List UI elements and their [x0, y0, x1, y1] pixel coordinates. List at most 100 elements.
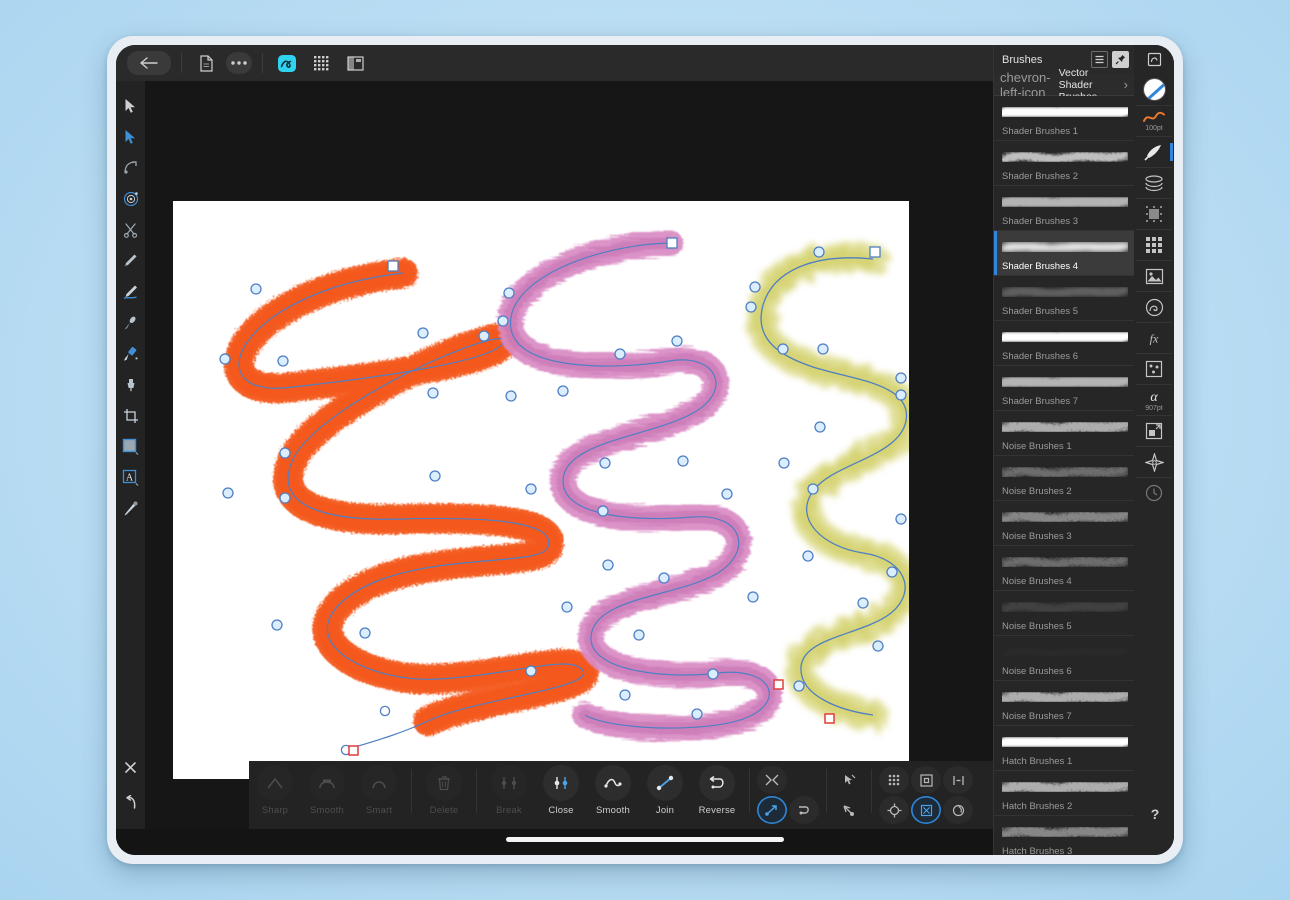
select-nodes-button[interactable]	[834, 766, 864, 794]
fx-studio-button[interactable]: fx	[1136, 322, 1172, 353]
text-a-icon[interactable]: A	[118, 462, 144, 493]
brush-list-item[interactable]: Noise Brushes 7	[994, 681, 1134, 726]
ellipsis-icon[interactable]	[226, 52, 252, 74]
convert-shape-button[interactable]	[789, 766, 819, 794]
fill-icon[interactable]	[118, 369, 144, 400]
brush-list-item[interactable]: Shader Brushes 5	[994, 276, 1134, 321]
transform-mode-button[interactable]	[757, 796, 787, 824]
brush-list-item[interactable]: Shader Brushes 1	[994, 96, 1134, 141]
delete-node-button[interactable]: Delete	[418, 765, 470, 816]
crop-icon[interactable]	[118, 400, 144, 431]
brush-list-item[interactable]: Hatch Brushes 3	[994, 816, 1134, 855]
brush-icon[interactable]	[118, 307, 144, 338]
brush-list-item[interactable]: Noise Brushes 1	[994, 411, 1134, 456]
opacity-studio-button[interactable]: α 907pt	[1136, 384, 1172, 415]
pencil-icon[interactable]	[118, 276, 144, 307]
document-icon[interactable]	[192, 51, 220, 75]
smart-node-button[interactable]: Smart	[353, 765, 405, 816]
break-curve-button[interactable]: Break	[483, 765, 535, 816]
close-x-icon[interactable]	[118, 750, 144, 785]
grid-dots-icon[interactable]	[307, 51, 335, 75]
help-button[interactable]: ?	[1144, 803, 1166, 825]
transform-studio-button[interactable]	[1136, 446, 1172, 477]
back-button[interactable]	[127, 51, 171, 75]
assets-studio-button[interactable]	[1136, 260, 1172, 291]
list-menu-icon[interactable]	[1091, 51, 1108, 68]
panel-layout-icon[interactable]	[341, 51, 369, 75]
pin-icon[interactable]	[1112, 51, 1129, 68]
scissors-icon[interactable]	[118, 214, 144, 245]
adjustment-studio-button[interactable]	[1136, 198, 1172, 229]
paintbrush-icon[interactable]	[118, 338, 144, 369]
snap-center-button[interactable]	[879, 796, 909, 824]
brush-list-item[interactable]: Shader Brushes 7	[994, 366, 1134, 411]
close-curve-button[interactable]: Close	[535, 765, 587, 816]
target-icon[interactable]	[118, 183, 144, 214]
node-action-group-curve: Break Close Smooth Join Reverse	[483, 765, 743, 816]
chevron-right-icon[interactable]: ›	[1118, 77, 1134, 92]
sharp-node-icon	[257, 765, 293, 801]
dots-grid-button[interactable]	[879, 766, 909, 794]
effects-circle-icon	[1145, 298, 1163, 316]
brush-list-item[interactable]: Noise Brushes 2	[994, 456, 1134, 501]
node-toolbar-divider-1	[411, 769, 412, 813]
rectangle-icon[interactable]	[118, 431, 144, 462]
effects-studio-button[interactable]	[1136, 291, 1172, 322]
lasso-select-button[interactable]	[834, 796, 864, 824]
reverse-curve-button[interactable]: Reverse	[691, 765, 743, 816]
corner-icon[interactable]	[118, 152, 144, 183]
brush-name-label: Noise Brushes 4	[1002, 576, 1072, 587]
mirror-nodes-button[interactable]	[757, 766, 787, 794]
wave-blob-icon[interactable]	[273, 51, 301, 75]
node-action-group-delete: Delete	[418, 765, 470, 816]
brush-list-item[interactable]: Noise Brushes 5	[994, 591, 1134, 636]
symbols-studio-button[interactable]	[1136, 353, 1172, 384]
layers-studio-button[interactable]	[1136, 167, 1172, 198]
colour-studio-button[interactable]	[1136, 74, 1172, 105]
join-curve-button[interactable]: Join	[639, 765, 691, 816]
brush-list-item[interactable]: Noise Brushes 6	[994, 636, 1134, 681]
pen-icon[interactable]	[118, 245, 144, 276]
brush-list-item[interactable]: Noise Brushes 4	[994, 546, 1134, 591]
undo-arrow-icon[interactable]	[118, 785, 144, 820]
brush-list-item[interactable]: Shader Brushes 6	[994, 321, 1134, 366]
node-arrow-icon[interactable]	[118, 121, 144, 152]
bounding-box-button[interactable]	[911, 766, 941, 794]
pink-path-nodes[interactable]	[497, 237, 784, 720]
cursor-arrow-icon[interactable]	[118, 90, 144, 121]
canvas-viewport[interactable]	[145, 81, 993, 855]
sharp-node-button[interactable]: Sharp	[249, 765, 301, 816]
chevron-left-icon[interactable]: chevron-left-icon	[994, 70, 1059, 100]
panel-toggle-icon[interactable]	[1147, 45, 1162, 74]
brush-list-item[interactable]: Noise Brushes 3	[994, 501, 1134, 546]
smooth-curve-label: Smooth	[596, 805, 630, 816]
colour-wheel-icon	[1142, 78, 1166, 101]
home-indicator[interactable]	[506, 837, 784, 842]
orange-zigzag-stroke[interactable]	[219, 258, 599, 756]
smooth-node-button[interactable]: Smooth	[301, 765, 353, 816]
yellow-zigzag-stroke[interactable]	[745, 242, 909, 730]
brushes-studio-button[interactable]	[1136, 136, 1173, 167]
transform-nodes-button[interactable]	[911, 796, 941, 824]
top-toolbar-persona-group	[270, 51, 372, 75]
brush-list-item[interactable]: Hatch Brushes 2	[994, 771, 1134, 816]
brush-list-item[interactable]: Shader Brushes 3	[994, 186, 1134, 231]
brush-list-item[interactable]: Shader Brushes 4	[994, 231, 1134, 276]
brush-list[interactable]: Shader Brushes 1 Shader Brushes 2 Shader B…	[994, 96, 1134, 855]
artboard[interactable]	[173, 201, 909, 779]
eyedropper-icon[interactable]	[118, 493, 144, 524]
brush-list-item[interactable]: Shader Brushes 2	[994, 141, 1134, 186]
brush-category-selector[interactable]: chevron-left-icon Vector Shader Brushes …	[994, 67, 1134, 103]
history-studio-button[interactable]	[1136, 477, 1172, 508]
curve-handle-button[interactable]	[789, 796, 819, 824]
brush-preview	[1000, 504, 1130, 530]
brush-preview	[1001, 459, 1129, 485]
brush-list-item[interactable]: Hatch Brushes 1	[994, 726, 1134, 771]
align-nodes-button[interactable]	[943, 766, 973, 794]
smooth-curve-button[interactable]: Smooth	[587, 765, 639, 816]
export-studio-button[interactable]	[1136, 415, 1172, 446]
swatches-studio-button[interactable]	[1136, 229, 1172, 260]
stroke-studio-button[interactable]: 100pt	[1136, 105, 1172, 136]
brush-name-label: Shader Brushes 3	[1002, 216, 1079, 227]
rotate-nodes-button[interactable]	[943, 796, 973, 824]
